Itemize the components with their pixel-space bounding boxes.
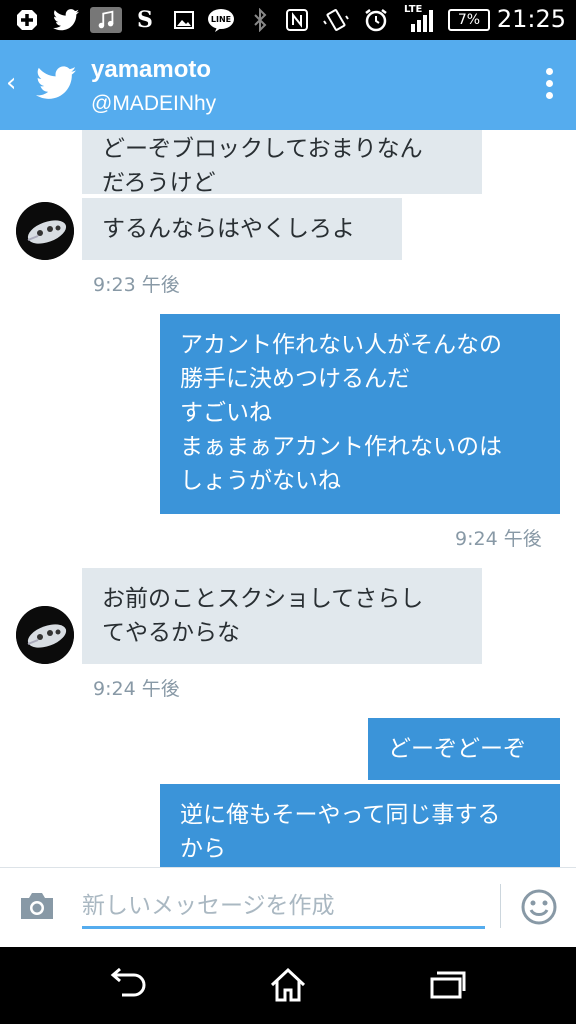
message-line: アカント作れない人がそんなの — [180, 332, 502, 358]
status-bar: S LINE LTE 7% 21:25 — [0, 0, 576, 40]
svg-text:LINE: LINE — [211, 15, 231, 24]
bluetooth-icon — [250, 7, 270, 33]
message-line: 逆に俺もそーやって同じ事する — [180, 802, 501, 828]
message-timestamp: 9:23 午後 — [93, 274, 180, 296]
incoming-message[interactable]: するんならはやくしろよ — [82, 198, 402, 260]
message-line: から — [180, 836, 226, 862]
message-line: だろうけど — [102, 170, 216, 196]
message-line: お前のことスクショしてさらし — [102, 586, 424, 612]
message-line: すごいね — [180, 400, 272, 426]
message-line: しょうがないね — [180, 468, 341, 494]
avatar[interactable] — [16, 202, 74, 260]
battery-level: 7% — [457, 12, 481, 28]
message-line: どーぞどーぞ — [388, 736, 526, 762]
overflow-menu-icon[interactable] — [544, 68, 554, 104]
signal-icon — [406, 7, 438, 33]
vibrate-icon — [322, 7, 350, 33]
message-composer — [0, 867, 576, 948]
incoming-message[interactable]: どーぞブロックしておまりなん だろうけど — [82, 130, 482, 196]
composer-divider — [500, 884, 501, 928]
back-icon[interactable] — [108, 967, 148, 1003]
message-line: てやるからな — [102, 620, 240, 646]
s-app-icon: S — [137, 7, 153, 33]
incoming-message[interactable]: お前のことスクショしてさらし てやるからな — [82, 568, 482, 664]
recent-apps-icon[interactable] — [428, 967, 468, 1005]
message-line: 勝手に決めつけるんだ — [180, 366, 410, 392]
conversation-header: ‹ yamamoto @MADEINhy — [0, 40, 576, 130]
emoji-icon[interactable] — [520, 888, 558, 930]
home-icon[interactable] — [268, 967, 308, 1007]
contact-handle[interactable]: @MADEINhy — [91, 92, 216, 116]
clock: 21:25 — [496, 5, 566, 33]
message-list[interactable]: どーぞブロックしておまりなん だろうけど するんならはやくしろよ 9:23 午後… — [0, 130, 576, 867]
message-input[interactable] — [82, 886, 485, 929]
line-icon: LINE — [206, 7, 236, 33]
outgoing-message[interactable]: アカント作れない人がそんなの 勝手に決めつけるんだ すごいね まぁまぁアカント作… — [160, 314, 560, 514]
camera-icon[interactable] — [18, 890, 56, 926]
alarm-icon — [362, 7, 390, 33]
add-icon — [14, 7, 40, 33]
music-icon — [90, 7, 122, 33]
outgoing-message[interactable]: 逆に俺もそーやって同じ事する から — [160, 784, 560, 867]
twitter-icon — [52, 7, 80, 33]
image-icon — [172, 7, 196, 33]
message-timestamp: 9:24 午後 — [93, 678, 180, 700]
twitter-bird-icon[interactable] — [36, 66, 76, 104]
message-line: どーぞブロックしておまりなん — [102, 136, 423, 162]
message-line: まぁまぁアカント作れないのは — [180, 434, 502, 460]
message-timestamp: 9:24 午後 — [455, 528, 542, 550]
nfc-icon — [284, 7, 310, 33]
outgoing-message[interactable]: どーぞどーぞ — [368, 718, 560, 780]
back-chevron-icon[interactable]: ‹ — [6, 68, 16, 98]
avatar[interactable] — [16, 606, 74, 664]
contact-name[interactable]: yamamoto — [91, 56, 211, 84]
system-navigation-bar — [0, 947, 576, 1024]
message-line: するんならはやくしろよ — [102, 216, 355, 242]
battery-icon: 7% — [448, 9, 490, 31]
